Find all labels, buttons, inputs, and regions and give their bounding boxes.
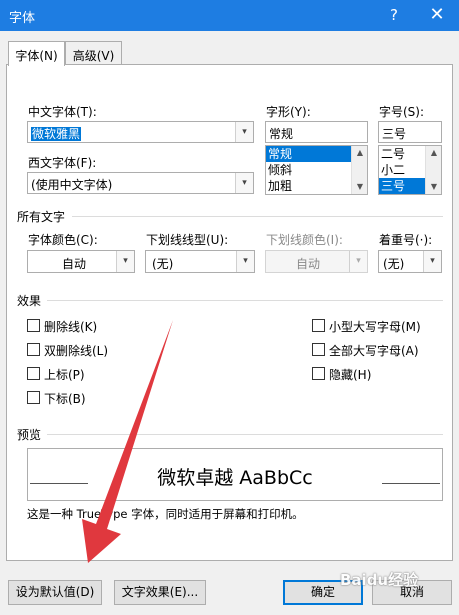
section-divider (47, 300, 443, 301)
superscript-checkbox[interactable] (27, 367, 40, 380)
font-style-scrollbar[interactable]: ▲ ▼ (351, 146, 367, 194)
western-font-label: 西文字体(F): (28, 156, 97, 170)
title-bar: 字体 ? ✕ (0, 0, 459, 31)
chevron-down-icon[interactable]: ▼ (352, 180, 367, 194)
font-size-list[interactable]: 二号 小二 三号 ▲ ▼ (378, 145, 442, 195)
double-strikethrough-label: 双删除线(L) (44, 344, 109, 358)
western-font-select[interactable]: (使用中文字体) ▾ (27, 172, 254, 194)
all-text-section-label: 所有文字 (17, 210, 66, 224)
chevron-down-icon[interactable]: ▾ (236, 251, 254, 272)
underline-style-label: 下划线线型(U): (146, 233, 229, 247)
emphasis-label: 着重号(·): (379, 233, 433, 247)
tab-advanced[interactable]: 高级(V) (65, 41, 122, 65)
text-effects-button[interactable]: 文字效果(E)... (114, 580, 206, 605)
underline-style-select[interactable]: (无) ▾ (145, 250, 255, 273)
underline-color-select: 自动 ▾ (265, 250, 368, 273)
chevron-down-icon[interactable]: ▾ (423, 251, 441, 272)
chinese-font-select[interactable]: 微软雅黑 ▾ (27, 121, 254, 143)
preview-description: 这是一种 TrueType 字体，同时适用于屏幕和打印机。 (27, 507, 304, 521)
chevron-up-icon[interactable]: ▲ (352, 146, 367, 160)
section-divider (72, 216, 443, 217)
chevron-up-icon[interactable]: ▲ (426, 146, 441, 160)
effects-section-label: 效果 (17, 294, 42, 308)
tab-font[interactable]: 字体(N) (8, 41, 65, 66)
chevron-down-icon[interactable]: ▾ (235, 122, 253, 142)
all-caps-label: 全部大写字母(A) (329, 344, 419, 358)
subscript-checkbox[interactable] (27, 391, 40, 404)
preview-baseline (382, 483, 440, 484)
all-caps-checkbox[interactable] (312, 343, 325, 356)
font-style-value: 常规 (269, 127, 294, 141)
font-color-label: 字体颜色(C): (28, 233, 98, 247)
double-strikethrough-checkbox[interactable] (27, 343, 40, 356)
section-divider (47, 434, 443, 435)
superscript-label: 上标(P) (44, 368, 85, 382)
hidden-checkbox[interactable] (312, 367, 325, 380)
strikethrough-checkbox[interactable] (27, 319, 40, 332)
chevron-down-icon[interactable]: ▾ (116, 251, 134, 272)
chevron-down-icon[interactable]: ▾ (235, 173, 253, 193)
font-size-label: 字号(S): (379, 105, 425, 119)
font-style-label: 字形(Y): (266, 105, 311, 119)
font-color-select[interactable]: 自动 ▾ (27, 250, 135, 273)
western-font-value: (使用中文字体) (31, 178, 113, 192)
chinese-font-value: 微软雅黑 (31, 127, 82, 141)
emphasis-select[interactable]: (无) ▾ (378, 250, 442, 273)
preview-section-label: 预览 (17, 428, 42, 442)
font-style-list[interactable]: 常规 倾斜 加粗 ▲ ▼ (265, 145, 368, 195)
underline-color-label: 下划线颜色(I): (266, 233, 343, 247)
hidden-label: 隐藏(H) (329, 368, 372, 382)
font-style-input[interactable]: 常规 (265, 121, 368, 143)
underline-style-value: (无) (152, 257, 174, 271)
preview-sample: 微软卓越 AaBbCc (157, 467, 313, 489)
chevron-down-icon: ▾ (349, 251, 367, 272)
chinese-font-label: 中文字体(T): (28, 105, 97, 119)
chevron-down-icon[interactable]: ▼ (426, 180, 441, 194)
window-title: 字体 (9, 11, 36, 26)
watermark-logo: Baidu经验 (340, 571, 419, 589)
font-size-value: 三号 (382, 127, 407, 141)
subscript-label: 下标(B) (44, 392, 86, 406)
preview-box: 微软卓越 AaBbCc (27, 448, 443, 501)
font-size-input[interactable]: 三号 (378, 121, 442, 143)
small-caps-checkbox[interactable] (312, 319, 325, 332)
close-button[interactable]: ✕ (420, 3, 454, 27)
underline-color-value: 自动 (296, 257, 321, 271)
small-caps-label: 小型大写字母(M) (329, 320, 421, 334)
help-button[interactable]: ? (379, 3, 409, 27)
set-default-button[interactable]: 设为默认值(D) (8, 580, 102, 605)
emphasis-value: (无) (383, 257, 405, 271)
font-color-value: 自动 (62, 257, 87, 271)
font-size-scrollbar[interactable]: ▲ ▼ (425, 146, 441, 194)
strikethrough-label: 删除线(K) (44, 320, 98, 334)
